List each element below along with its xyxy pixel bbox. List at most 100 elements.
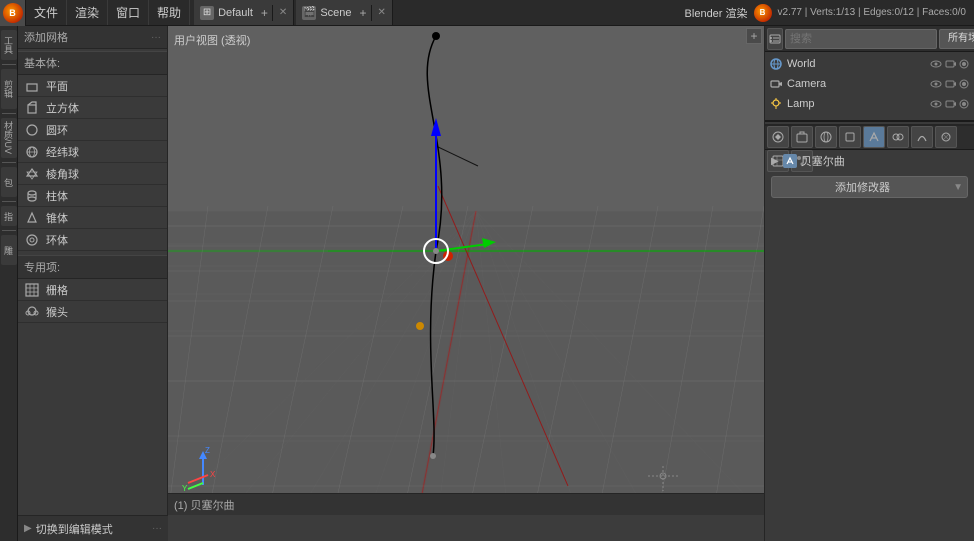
plane-icon [24,78,40,94]
prop-btn-modifier[interactable] [863,126,885,148]
prop-btn-world[interactable] [815,126,837,148]
mesh-item-cone[interactable]: 锥体 [18,207,167,229]
plane-label: 平面 [46,78,68,94]
viewport-status-bar: (1) 贝塞尔曲 [168,493,764,515]
toolbar-btn-6[interactable]: 雕 [1,235,17,265]
blender-render-label: Blender 渲染 [685,5,748,21]
mesh-item-circle[interactable]: 圆环 [18,119,167,141]
lamp-eye-icon[interactable] [930,98,942,110]
blender-info: Blender 渲染 B v2.77 | Verts:1/13 | Edges:… [677,4,974,22]
uvsphere-icon [24,144,40,160]
icosphere-label: 棱角球 [46,166,79,182]
modifier-expand-arrow[interactable]: ▶ [771,156,779,167]
workspace-tab-scene[interactable]: 🎬 Scene + ✕ [296,0,393,25]
camera-eye-icon[interactable] [930,78,942,90]
world-render-icon[interactable] [958,58,970,70]
prop-btn-material[interactable] [935,126,957,148]
scene-overlay [168,26,764,515]
menu-help[interactable]: 帮助 [149,0,190,25]
viewport-label: 用户视图 (透视) [174,32,250,48]
panel-dots: ··· [151,32,161,43]
mesh-item-torus[interactable]: 环体 [18,229,167,251]
basic-section-label: 基本体: [18,51,167,75]
scene-filter-dropdown[interactable]: 所有场景 [939,29,974,49]
world-icon [769,57,783,71]
mode-switch-dots: ··· [152,523,162,534]
world-camera-icon[interactable] [944,58,956,70]
lamp-camera-icon[interactable] [944,98,956,110]
mesh-item-plane[interactable]: 平面 [18,75,167,97]
toolbar-btn-5[interactable]: 指 [1,206,17,226]
grid-icon [24,282,40,298]
prop-btn-object[interactable] [839,126,861,148]
toolbar-btn-1[interactable]: 工具 [1,30,17,60]
outliner-item-lamp[interactable]: Lamp [765,94,974,114]
add-modifier-button[interactable]: 添加修改器 ▼ [771,176,968,198]
viewport-3d[interactable]: 用户视图 (透视) + [168,26,764,515]
circle-icon [24,122,40,138]
grid-label: 栅格 [46,282,68,298]
add-workspace-scene[interactable]: + [356,5,372,21]
blender-logo: B [3,3,23,23]
outliner-item-world[interactable]: World [765,54,974,74]
menu-bar: 文件 渲染 窗口 帮助 [26,0,190,25]
mode-switch-bar: ▶ 切换到编辑模式 ··· [18,515,168,541]
workspace-tab-default[interactable]: ⊞ Default + ✕ [194,0,294,25]
menu-file[interactable]: 文件 [26,0,67,25]
circle-label: 圆环 [46,122,68,138]
prop-btn-render[interactable] [767,126,789,148]
left-panel: 添加网格 ··· 基本体: 平面 立方体 圆环 经纬球 棱角球 [18,26,168,515]
mesh-item-uvsphere[interactable]: 经纬球 [18,141,167,163]
viewport-status-label: (1) 贝塞尔曲 [174,497,235,513]
prop-btn-constraint[interactable] [887,126,909,148]
svg-text:X: X [210,470,216,479]
prop-btn-scene[interactable] [791,126,813,148]
mesh-item-monkey[interactable]: 猴头 [18,301,167,323]
outliner-search[interactable] [785,29,937,49]
prop-btn-data[interactable] [911,126,933,148]
icosphere-icon [24,166,40,182]
outliner-toolbar: 所有场景 [765,26,974,52]
lamp-visibility-icons [930,98,970,110]
outliner-view-btn[interactable] [767,28,783,50]
torus-icon [24,232,40,248]
panel-header-label: 添加网格 [24,29,68,45]
world-label: World [787,58,926,70]
panel-header: 添加网格 ··· [18,26,167,49]
add-workspace-default[interactable]: + [257,5,273,21]
version-info: v2.77 | Verts:1/13 | Edges:0/12 | Faces:… [778,7,966,18]
toolbar-btn-2[interactable]: 剪辑 [1,69,17,109]
torus-label: 环体 [46,232,68,248]
mesh-item-icosphere[interactable]: 棱角球 [18,163,167,185]
mesh-item-grid[interactable]: 栅格 [18,279,167,301]
close-workspace-default[interactable]: ✕ [279,7,287,18]
toolbar-btn-4[interactable]: 包 [1,167,17,197]
lamp-render-icon[interactable] [958,98,970,110]
camera-render-icon[interactable] [958,78,970,90]
workspace-scene-label: Scene [320,7,351,19]
blender-icon[interactable]: B [0,0,26,26]
mesh-item-cylinder[interactable]: 柱体 [18,185,167,207]
outliner-list: World Camera [765,52,974,116]
outliner-item-camera[interactable]: Camera [765,74,974,94]
close-workspace-scene[interactable]: ✕ [378,7,386,18]
menu-window[interactable]: 窗口 [108,0,149,25]
menu-render[interactable]: 渲染 [67,0,108,25]
svg-text:Y: Y [182,484,188,493]
modifier-type-icon [783,154,797,168]
top-menu-bar: B 文件 渲染 窗口 帮助 ⊞ Default + ✕ 🎬 Scene + ✕ … [0,0,974,26]
mesh-item-cube[interactable]: 立方体 [18,97,167,119]
viewport-plus-button[interactable]: + [746,28,762,44]
camera-visibility-icons [930,78,970,90]
mode-arrow-icon: ▶ [24,523,32,534]
toolbar-btn-3[interactable]: 材质/UV [1,118,17,158]
world-eye-icon[interactable] [930,58,942,70]
cube-label: 立方体 [46,100,79,116]
camera-camera-icon[interactable] [944,78,956,90]
axis-gizmo: Z X Y [178,445,228,495]
cylinder-label: 柱体 [46,188,68,204]
mode-label[interactable]: 切换到编辑模式 [36,521,113,537]
workspace-default-label: Default [218,7,253,19]
modifier-name-label: 贝塞尔曲 [801,153,845,169]
special-section-label: 专用项: [18,255,167,279]
